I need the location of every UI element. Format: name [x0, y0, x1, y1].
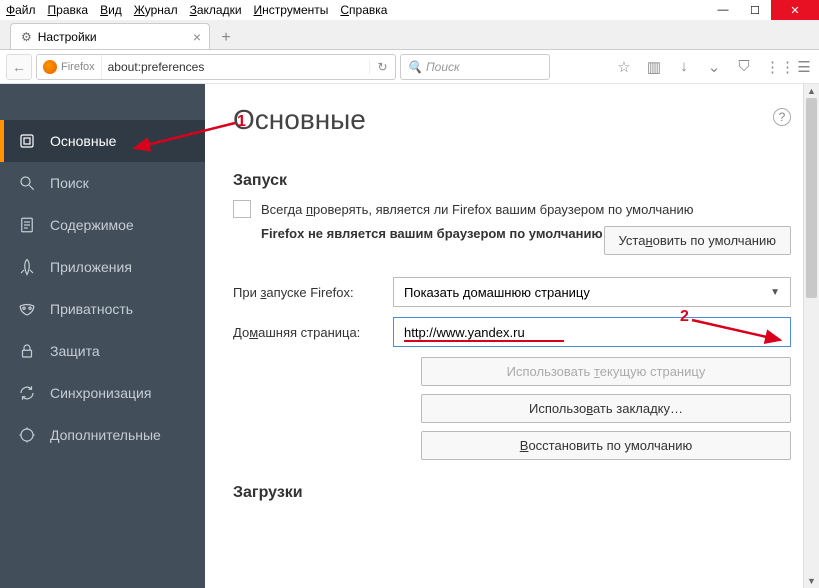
use-current-button[interactable]: Использовать текущую страницу — [421, 357, 791, 386]
addons-icon[interactable]: ⋮⋮ — [765, 58, 783, 76]
on-start-label: При запуске Firefox: — [233, 285, 393, 300]
tab-title: Настройки — [38, 30, 97, 44]
menu-bookmarks[interactable]: Закладки — [190, 3, 242, 17]
always-check-label: Всегда проверять, является ли Firefox ва… — [261, 202, 694, 217]
pocket-icon[interactable]: ⌄ — [705, 58, 723, 76]
tab-close-icon[interactable]: × — [193, 29, 201, 45]
tabbar: ⚙ Настройки × + — [0, 20, 819, 50]
search-icon — [18, 174, 36, 192]
shield-icon[interactable]: ⛉ — [735, 58, 753, 75]
advanced-icon — [18, 426, 36, 444]
gear-icon: ⚙ — [21, 30, 32, 44]
sidebar-item-search[interactable]: Поиск — [0, 162, 205, 204]
restore-default-button[interactable]: Восстановить по умолчанию — [421, 431, 791, 460]
sidebar-icon[interactable]: ▥ — [645, 58, 663, 76]
startup-heading: Запуск — [233, 172, 791, 190]
help-icon[interactable]: ? — [773, 108, 791, 126]
minimize-button[interactable]: — — [707, 0, 739, 20]
scroll-down-icon[interactable]: ▼ — [804, 574, 819, 588]
content: Основные Поиск Содержимое Приложения При… — [0, 84, 819, 588]
downloads-icon[interactable]: ↓ — [675, 58, 693, 75]
lock-icon — [18, 342, 36, 360]
sync-icon — [18, 384, 36, 402]
sidebar-item-sync[interactable]: Синхронизация — [0, 372, 205, 414]
sidebar-item-general[interactable]: Основные — [0, 120, 205, 162]
main-panel: Основные ? Запуск Всегда проверять, явля… — [205, 84, 819, 588]
on-start-select[interactable]: Показать домашнюю страницу ▼ — [393, 277, 791, 307]
close-button[interactable]: ✕ — [771, 0, 819, 20]
maximize-button[interactable]: ☐ — [739, 0, 771, 20]
page-title: Основные — [233, 104, 791, 136]
sidebar-item-content[interactable]: Содержимое — [0, 204, 205, 246]
menu-tools[interactable]: Инструменты — [254, 3, 329, 17]
scroll-thumb[interactable] — [806, 98, 817, 298]
sidebar-item-advanced[interactable]: Дополнительные — [0, 414, 205, 456]
scroll-up-icon[interactable]: ▲ — [804, 84, 819, 98]
newtab-button[interactable]: + — [214, 27, 238, 49]
menu-edit[interactable]: Правка — [48, 3, 89, 17]
always-check-checkbox[interactable] — [233, 200, 251, 218]
rocket-icon — [18, 258, 36, 276]
menubar: Файл Правка Вид Журнал Закладки Инструме… — [0, 0, 819, 20]
sidebar-item-security[interactable]: Защита — [0, 330, 205, 372]
preferences-sidebar: Основные Поиск Содержимое Приложения При… — [0, 84, 205, 588]
firefox-icon — [43, 60, 57, 74]
make-default-button[interactable]: Установить по умолчанию — [604, 226, 791, 255]
document-icon — [18, 216, 36, 234]
general-icon — [18, 132, 36, 150]
bookmark-star-icon[interactable]: ☆ — [615, 58, 633, 76]
homepage-input[interactable]: http://www.yandex.ru — [393, 317, 791, 347]
url-address[interactable]: about:preferences — [102, 60, 369, 74]
menu-history[interactable]: Журнал — [134, 3, 178, 17]
downloads-heading: Загрузки — [233, 484, 791, 502]
sidebar-item-applications[interactable]: Приложения — [0, 246, 205, 288]
tab-preferences[interactable]: ⚙ Настройки × — [10, 23, 210, 49]
scrollbar[interactable]: ▲ ▼ — [803, 84, 819, 588]
sidebar-item-privacy[interactable]: Приватность — [0, 288, 205, 330]
mask-icon — [18, 300, 36, 318]
toolbar: ← Firefox about:preferences ↻ 🔍 Поиск ☆ … — [0, 50, 819, 84]
homepage-label: Домашняя страница: — [233, 325, 393, 340]
menu-help[interactable]: Справка — [340, 3, 387, 17]
menu-view[interactable]: Вид — [100, 3, 122, 17]
urlbar[interactable]: Firefox about:preferences ↻ — [36, 54, 396, 80]
searchbox[interactable]: 🔍 Поиск — [400, 54, 550, 80]
chevron-down-icon: ▼ — [770, 287, 780, 298]
not-default-text: Firefox не является вашим браузером по у… — [261, 226, 604, 241]
menu-file[interactable]: Файл — [6, 3, 36, 17]
use-bookmark-button[interactable]: Использовать закладку… — [421, 394, 791, 423]
reload-icon[interactable]: ↻ — [369, 60, 395, 74]
search-icon: 🔍 — [407, 60, 422, 74]
menu-icon[interactable]: ☰ — [795, 58, 813, 76]
annotation-underline — [404, 340, 564, 342]
back-button[interactable]: ← — [6, 54, 32, 80]
